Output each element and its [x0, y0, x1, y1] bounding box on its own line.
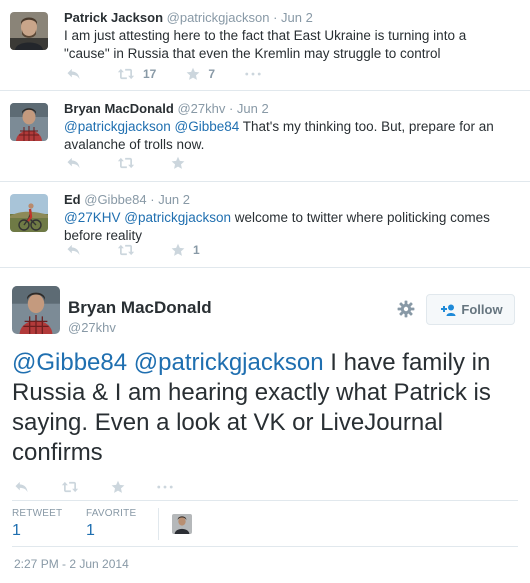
add-user-icon	[441, 304, 456, 316]
author-handle[interactable]: @Gibbe84	[84, 192, 146, 207]
reply-tweet[interactable]: Ed @Gibbe84 · Jun 2 @27KHV @patrickgjack…	[0, 182, 530, 268]
star-icon	[171, 243, 185, 257]
follow-label: Follow	[461, 302, 503, 317]
retweet-stat-count: 1	[12, 522, 21, 539]
star-icon	[171, 156, 185, 170]
reply-tweet[interactable]: Patrick Jackson @patrickgjackson · Jun 2…	[0, 0, 530, 91]
separator-dot: ·	[228, 101, 234, 116]
tweet-time[interactable]: Jun 2	[281, 10, 313, 25]
retweet-count: 17	[143, 67, 157, 81]
reply-icon	[66, 68, 81, 80]
more-button[interactable]	[245, 72, 261, 76]
favorite-stat-count: 1	[86, 522, 95, 539]
favoriter-avatar[interactable]	[172, 514, 192, 534]
follow-button[interactable]: Follow	[426, 294, 515, 325]
author-name[interactable]: Ed	[64, 192, 81, 207]
tweet-text: I am just attesting here to the fact tha…	[64, 28, 467, 61]
mention-link[interactable]: @patrickgjackson	[134, 349, 324, 376]
tweet-text: @patrickgjackson @Gibbe84 That's my thin…	[64, 118, 514, 154]
favorite-button[interactable]: 7	[186, 67, 215, 81]
tweet-timestamp[interactable]: 2:27 PM - 2 Jun 2014	[14, 557, 129, 571]
separator-dot: ·	[273, 10, 278, 25]
tweet-time[interactable]: Jun 2	[237, 101, 269, 116]
avatar[interactable]	[10, 194, 48, 232]
favorite-button[interactable]	[171, 156, 185, 170]
reply-icon	[14, 481, 29, 493]
author-name[interactable]: Patrick Jackson	[64, 10, 163, 25]
avatar[interactable]	[10, 103, 48, 141]
separator-dot: ·	[150, 192, 155, 207]
mention-link[interactable]: @27KHV	[64, 210, 120, 225]
more-icon	[245, 72, 261, 76]
author-name[interactable]: Bryan MacDonald	[64, 101, 174, 116]
mention-link[interactable]: @patrickgjackson	[64, 119, 171, 134]
divider	[12, 546, 518, 547]
retweet-icon	[117, 157, 135, 169]
favorite-button[interactable]: 1	[171, 243, 200, 257]
author-handle[interactable]: @27khv	[177, 101, 225, 116]
retweet-icon	[117, 68, 135, 80]
retweet-stat[interactable]: RETWEET 1	[12, 508, 62, 540]
retweet-icon	[61, 481, 79, 493]
favorite-stat-label: FAVORITE	[86, 508, 137, 519]
author-name[interactable]: Bryan MacDonald	[68, 298, 212, 318]
avatar[interactable]	[10, 12, 48, 50]
mention-link[interactable]: @Gibbe84	[175, 119, 240, 134]
star-icon	[111, 480, 125, 494]
favorite-button[interactable]	[111, 480, 125, 494]
gear-button[interactable]	[397, 300, 415, 323]
mention-link[interactable]: @patrickgjackson	[124, 210, 231, 225]
reply-button[interactable]	[14, 481, 29, 493]
reply-icon	[66, 157, 81, 169]
tweet-text: @Gibbe84 @patrickgjackson I have family …	[12, 348, 520, 468]
favorite-count: 1	[193, 243, 200, 257]
reply-tweet[interactable]: Bryan MacDonald @27khv · Jun 2 @patrickg…	[0, 91, 530, 182]
retweet-icon	[117, 244, 135, 256]
more-icon	[157, 485, 173, 489]
reply-button[interactable]	[66, 244, 81, 256]
more-button[interactable]	[157, 485, 173, 489]
gear-icon	[397, 300, 415, 318]
reply-button[interactable]	[66, 157, 81, 169]
favorite-count: 7	[208, 67, 216, 81]
mention-link[interactable]: @Gibbe84	[12, 349, 127, 376]
reply-icon	[66, 244, 81, 256]
star-icon	[186, 67, 200, 81]
retweet-button[interactable]	[117, 157, 135, 169]
divider	[12, 500, 518, 501]
retweet-button[interactable]	[61, 481, 79, 493]
retweet-button[interactable]	[117, 244, 135, 256]
avatar[interactable]	[12, 286, 60, 334]
author-handle[interactable]: @27khv	[68, 320, 116, 335]
reply-button[interactable]	[66, 68, 81, 80]
favorite-stat[interactable]: FAVORITE 1	[86, 508, 136, 540]
retweet-button[interactable]: 17	[117, 67, 156, 81]
author-handle[interactable]: @patrickgjackson	[167, 10, 270, 25]
retweet-stat-label: RETWEET	[12, 508, 63, 519]
tweet-text: @27KHV @patrickgjackson welcome to twitt…	[64, 209, 514, 245]
main-tweet: Bryan MacDonald @27khv Follow @Gibbe84 @…	[0, 268, 530, 583]
tweet-time[interactable]: Jun 2	[158, 192, 190, 207]
divider	[158, 508, 159, 540]
